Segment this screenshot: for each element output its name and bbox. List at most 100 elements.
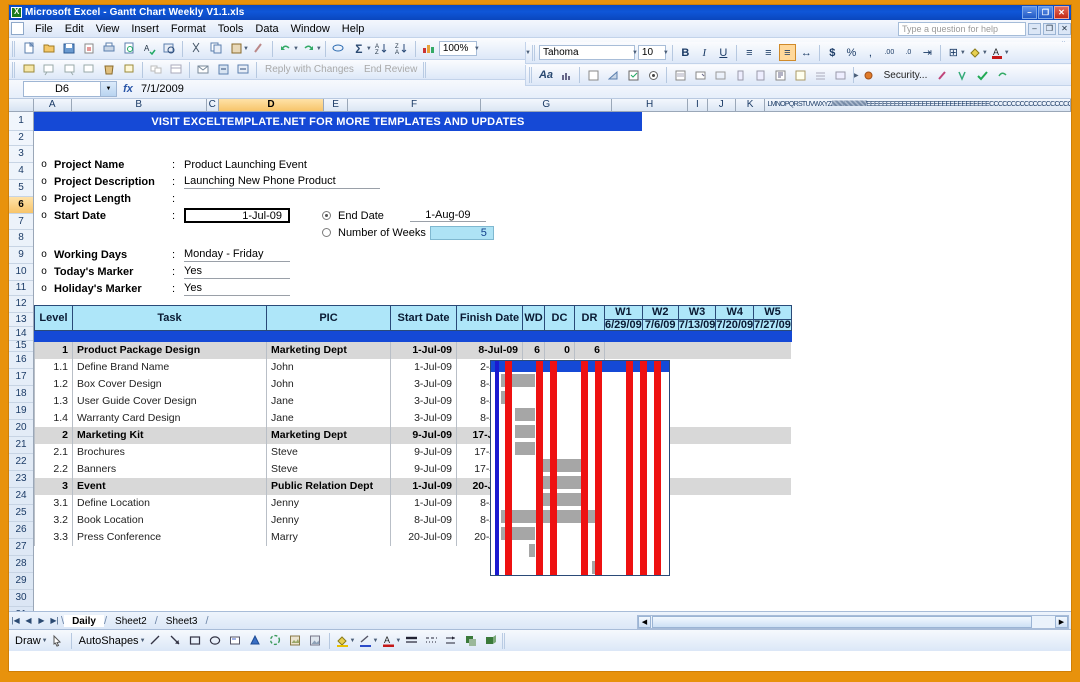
font-name-box[interactable]: Tahoma (539, 45, 635, 60)
cell-level[interactable]: 3.2 (35, 512, 73, 529)
text-box-draw-icon[interactable] (227, 632, 245, 650)
drawing-overflow-icon[interactable] (502, 633, 506, 649)
spelling-icon[interactable]: A (140, 40, 158, 58)
gantt-cell-w5[interactable] (754, 461, 792, 478)
scroll-bar-icon[interactable] (751, 66, 769, 84)
cell-start-date[interactable]: 3-Jul-09 (391, 376, 457, 393)
next-sheet-button[interactable]: ▶ (35, 616, 48, 625)
worksheet-canvas[interactable]: VISIT EXCELTEMPLATE.NET FOR MORE TEMPLAT… (34, 112, 1071, 611)
zoom-box[interactable]: 100% (439, 41, 477, 56)
cell-pic[interactable]: Steve (267, 461, 391, 478)
cell-start-date[interactable]: 1-Jul-09 (391, 478, 457, 495)
arrow-icon[interactable] (167, 632, 185, 650)
shadow-style-icon[interactable] (462, 632, 480, 650)
menu-item-file[interactable]: File (29, 22, 59, 36)
table-row[interactable]: 3.1Define LocationJenny1-Jul-098-Jul-096… (35, 495, 792, 512)
cell-level[interactable]: 2.1 (35, 444, 73, 461)
fill-color-draw-icon[interactable] (334, 632, 352, 650)
row-header-26[interactable]: 26 (9, 522, 33, 539)
undo-icon[interactable] (277, 40, 295, 58)
column-headers-compressed[interactable]: LMNOPQRSTUVWXYZ/////////////////////////… (765, 99, 1071, 111)
insert-clip-art-icon[interactable] (287, 632, 305, 650)
select-objects-icon[interactable] (49, 632, 67, 650)
save-icon[interactable] (60, 40, 78, 58)
column-header-b[interactable]: B (72, 99, 207, 111)
update-file-icon[interactable] (234, 61, 252, 79)
row-header-24[interactable]: 24 (9, 488, 33, 505)
align-center-button[interactable]: ≡ (760, 44, 777, 61)
th-week-4[interactable]: W4 (716, 306, 754, 320)
menu-item-edit[interactable]: Edit (59, 22, 90, 36)
rectangle-icon[interactable] (187, 632, 205, 650)
show-all-comments-icon[interactable] (147, 61, 165, 79)
table-row[interactable]: 1.2Box Cover DesignJohn3-Jul-098-Jul-094… (35, 376, 792, 393)
arrow-style-icon[interactable] (442, 632, 460, 650)
comma-button[interactable]: , (862, 44, 879, 61)
column-header-i[interactable]: I (688, 99, 708, 111)
th-task[interactable]: Task (73, 306, 267, 331)
previous-sheet-button[interactable]: ◀ (22, 616, 35, 625)
dash-style-icon[interactable] (422, 632, 440, 650)
paste-icon[interactable] (227, 40, 245, 58)
gantt-task-bar[interactable] (543, 459, 581, 472)
row-header-25[interactable]: 25 (9, 505, 33, 522)
gantt-chart[interactable] (490, 360, 670, 576)
open-icon[interactable] (40, 40, 58, 58)
horizontal-scrollbar[interactable]: ◀ ▶ (637, 615, 1069, 629)
formatting-grip[interactable] (532, 45, 536, 61)
autoshapes-menu-button[interactable]: AutoShapes (75, 635, 143, 647)
cell-pic[interactable]: Public Relation Dept (267, 478, 391, 495)
start-date-input[interactable]: 1-Jul-09 (184, 208, 290, 223)
row-header-4[interactable]: 4 (9, 163, 33, 180)
cell-pic[interactable]: John (267, 359, 391, 376)
insert-picture-icon[interactable] (307, 632, 325, 650)
number-of-weeks-radio[interactable] (322, 228, 331, 237)
doc-minimize-button[interactable]: – (1028, 23, 1041, 35)
menu-item-tools[interactable]: Tools (212, 22, 250, 36)
end-review-button[interactable]: End Review (359, 64, 422, 75)
control-properties-icon[interactable] (771, 66, 789, 84)
th-dc[interactable]: DC (545, 306, 575, 331)
insert-hyperlink-icon[interactable] (330, 40, 348, 58)
line-style-icon[interactable] (402, 632, 420, 650)
cell-pic[interactable]: Jane (267, 393, 391, 410)
zoom-dropdown-icon[interactable]: ▼ (474, 46, 480, 52)
gantt-cell-w5[interactable] (754, 495, 792, 512)
gantt-task-bar[interactable] (515, 442, 535, 455)
cell-start-date[interactable]: 9-Jul-09 (391, 427, 457, 444)
review-overflow-icon[interactable] (423, 62, 427, 78)
cell-pic[interactable]: Jane (267, 410, 391, 427)
gantt-cell-w3[interactable] (678, 359, 716, 376)
row-header-2[interactable]: 2 (9, 131, 33, 146)
column-header-e[interactable]: E (324, 99, 348, 111)
menu-item-insert[interactable]: Insert (125, 22, 165, 36)
doc-restore-button[interactable]: ❐ (1043, 23, 1056, 35)
row-header-19[interactable]: 19 (9, 403, 33, 420)
gantt-task-bar[interactable] (529, 544, 535, 557)
th-week-2[interactable]: W2 (642, 306, 678, 320)
value-project-name[interactable]: Product Launching Event (184, 159, 307, 171)
gantt-cell-w4[interactable] (716, 495, 754, 512)
cell-task[interactable]: Brochures (73, 444, 267, 461)
percent-button[interactable]: % (843, 44, 860, 61)
gantt-cell-w5[interactable] (754, 529, 792, 546)
oval-icon[interactable] (207, 632, 225, 650)
cell-task[interactable]: Product Package Design (73, 342, 267, 359)
currency-button[interactable]: $ (824, 44, 841, 61)
row-header-23[interactable]: 23 (9, 471, 33, 488)
gantt-cell-w4[interactable] (716, 427, 754, 444)
minimize-button[interactable]: – (1022, 6, 1037, 19)
create-task-icon[interactable] (214, 61, 232, 79)
th-pic[interactable]: PIC (267, 306, 391, 331)
value-working-days[interactable]: Monday - Friday (184, 248, 290, 262)
copy-icon[interactable] (207, 40, 225, 58)
row-header-13[interactable]: 13 (9, 313, 33, 327)
th-start-date[interactable]: Start Date (391, 306, 457, 331)
gantt-cell-w4[interactable] (716, 529, 754, 546)
cell-level[interactable]: 3.3 (35, 529, 73, 546)
cell-level[interactable]: 2 (35, 427, 73, 444)
print-preview-icon[interactable] (120, 40, 138, 58)
underline-button[interactable]: U (715, 44, 732, 61)
label-icon[interactable] (604, 66, 622, 84)
send-to-mail-recipient-icon[interactable] (194, 61, 212, 79)
